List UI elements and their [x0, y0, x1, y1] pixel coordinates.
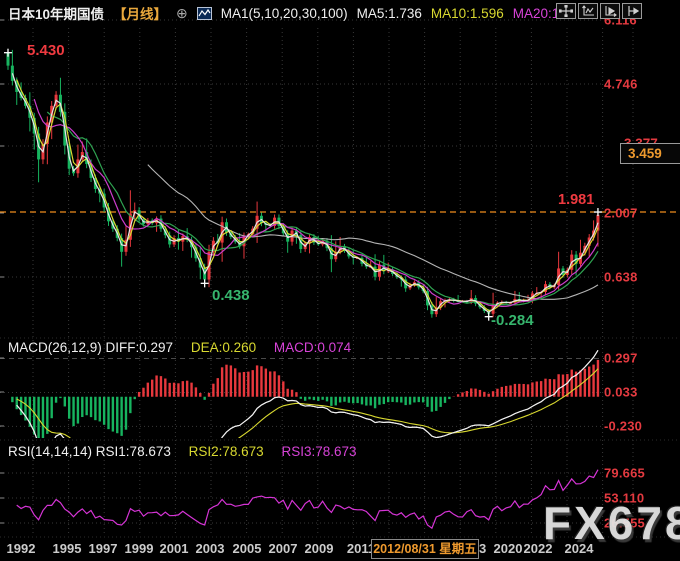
rsi-name-rsi1: RSI(14,14,14) RSI1:78.673: [8, 444, 171, 459]
x-axis-year-label: 1999: [124, 541, 154, 556]
rsi2-value: RSI2:78.673: [188, 444, 264, 459]
rsi-header: RSI(14,14,14) RSI1:78.673 RSI2:78.673 RS…: [8, 444, 371, 459]
instrument-title: 日本10年期国债: [8, 7, 105, 22]
ma5-value: MA5:1.736: [356, 5, 422, 21]
chart-toolbar: [556, 3, 642, 19]
pan-right-button[interactable]: [622, 3, 642, 19]
y-axis-label: 0.297: [604, 350, 638, 366]
x-axis-year-label: 1992: [6, 541, 36, 556]
macd-header: MACD(26,12,9) DIFF:0.297 DEA:0.260 MACD:…: [8, 340, 365, 355]
extreme-markers-layer: [4, 48, 602, 321]
y-axis-label: 0.638: [604, 269, 638, 285]
x-axis-date-tooltip: 2012/08/31 星期五: [371, 539, 479, 559]
fx678-watermark: FX678: [543, 497, 680, 549]
y-axis-label: 4.746: [604, 76, 638, 92]
y-axis-price-tooltip: 3.459: [620, 143, 680, 164]
macd-dea-value: DEA:0.260: [190, 340, 257, 355]
macd-name-diff: MACD(26,12,9) DIFF:0.297: [8, 340, 174, 355]
ma10-value: MA10:1.596: [430, 5, 504, 21]
x-axis-year-label: 2001: [159, 541, 189, 556]
grid-layer: [0, 19, 680, 538]
x-axis-year-label: 2009: [304, 541, 334, 556]
x-axis-scale-button[interactable]: [600, 3, 620, 19]
center-chart-button[interactable]: [556, 3, 576, 19]
pan-right-tool-icon: [628, 6, 639, 16]
ma-lines-layer: [11, 73, 599, 314]
rsi-layer: [16, 469, 599, 530]
y-axis-label: 2.007: [604, 205, 638, 221]
y-scale-tool-icon: [582, 5, 594, 16]
high-annotation: 5.430: [27, 42, 65, 59]
y-axis-label: 79.665: [604, 465, 645, 481]
partial-year-label: 3: [479, 541, 487, 556]
chart-type-icon[interactable]: [196, 6, 212, 20]
x-scale-tool-icon: [605, 6, 617, 17]
x-axis-year-label: 2007: [268, 541, 298, 556]
center-tool-icon: [559, 5, 573, 17]
x-axis-year-label: 2003: [195, 541, 225, 556]
low-annotation-2019: -0.284: [491, 312, 534, 329]
chart-canvas[interactable]: [0, 0, 680, 561]
chart-window: 6.116 4.746 2.007 0.638 0.297 0.033 -0.230 79.6…: [0, 0, 680, 561]
x-axis-year-label: 2020: [493, 541, 523, 556]
period-label[interactable]: 【月线】: [113, 3, 167, 23]
candlestick-mini-icon: [196, 6, 212, 20]
rsi3-value: RSI3:78.673: [281, 444, 357, 459]
macd-macd-value: MACD:0.074: [273, 340, 352, 355]
last-price-annotation: 1.981: [558, 192, 595, 208]
macd-layer: [11, 350, 600, 438]
x-axis-year-label: 2005: [232, 541, 262, 556]
low-annotation-2003: 0.438: [212, 287, 250, 304]
y-axis-scale-button[interactable]: [578, 3, 598, 19]
y-axis-label: 0.033: [604, 384, 638, 400]
x-axis-year-label: 1995: [52, 541, 82, 556]
ma-settings-label: MA1(5,10,20,30,100): [220, 5, 348, 21]
zoom-toggle-icon[interactable]: ⊕: [176, 6, 188, 20]
y-axis-label: -0.230: [604, 418, 643, 434]
x-axis-year-label: 1997: [88, 541, 118, 556]
